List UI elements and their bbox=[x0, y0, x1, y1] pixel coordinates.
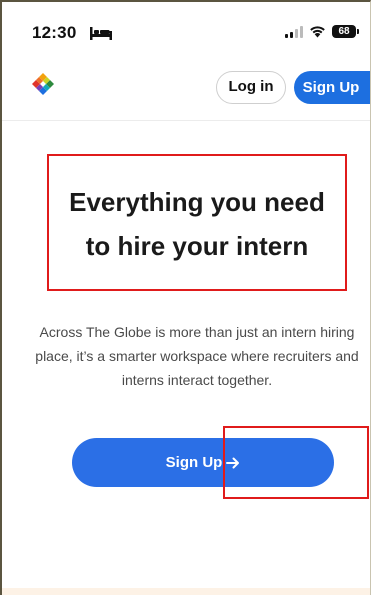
status-bar: 12:30 68 bbox=[2, 2, 370, 58]
app-screen: 12:30 68 Log in Sign Up Everything you n… bbox=[0, 0, 371, 595]
status-indicators: 68 bbox=[285, 25, 359, 38]
bed-icon bbox=[90, 27, 112, 40]
hero-title: Everything you need to hire your intern bbox=[47, 154, 347, 291]
hero-title-line-2: to hire your intern bbox=[85, 231, 309, 261]
signup-nav-button[interactable]: Sign Up bbox=[294, 71, 370, 104]
battery-icon: 68 bbox=[332, 25, 359, 38]
hero-title-line-1: Everything you need bbox=[69, 187, 325, 217]
footer-band bbox=[2, 588, 370, 595]
arrow-right-icon bbox=[226, 457, 240, 468]
hero-signup-button[interactable]: Sign Up bbox=[72, 438, 334, 487]
colorful-flower-logo-icon[interactable] bbox=[31, 72, 55, 96]
login-button[interactable]: Log in bbox=[216, 71, 286, 104]
signal-icon bbox=[285, 25, 303, 38]
hero-description: Across The Globe is more than just an in… bbox=[35, 324, 359, 388]
hero-signup-label: Sign Up bbox=[165, 454, 223, 471]
status-time: 12:30 bbox=[32, 23, 77, 42]
wifi-icon bbox=[310, 26, 325, 38]
top-nav: Log in Sign Up bbox=[2, 58, 370, 121]
